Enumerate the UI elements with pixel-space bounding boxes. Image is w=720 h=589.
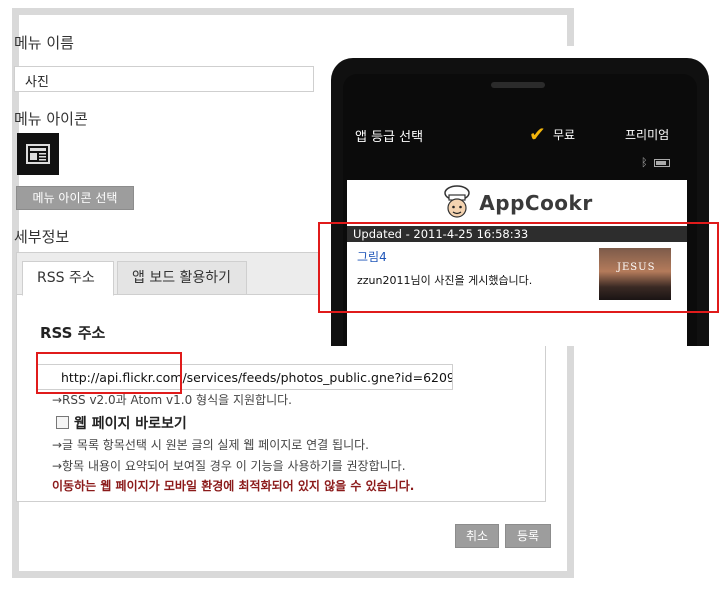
tab-rss-address[interactable]: RSS 주소: [22, 261, 114, 296]
app-logo: AppCookr: [347, 180, 687, 226]
app-grade-title: 앱 등급 선택: [355, 130, 424, 145]
menu-name-label: 메뉴 이름: [14, 34, 74, 52]
menu-icon-label: 메뉴 아이콘: [14, 110, 88, 128]
webview-hint-1: →글 목록 항목선택 시 원본 글의 실제 웹 페이지로 연결 됩니다.: [52, 438, 369, 452]
select-menu-icon-button[interactable]: 메뉴 아이콘 선택: [16, 186, 134, 210]
detail-label: 세부정보: [14, 228, 70, 246]
phone-speaker: [491, 82, 545, 88]
logo-text: AppCookr: [479, 191, 593, 215]
webview-hint-2: →항목 내용이 요약되어 보여질 경우 이 기능을 사용하기를 권장합니다.: [52, 459, 406, 473]
status-bar: ᛒ: [641, 156, 670, 169]
rss-address-title: RSS 주소: [40, 324, 106, 342]
free-option[interactable]: 무료: [553, 126, 575, 143]
mobile-warning-text: 이동하는 웹 페이지가 모바일 환경에 최적화되어 있지 않을 수 있습니다.: [52, 479, 415, 493]
battery-icon: [653, 158, 670, 167]
register-button[interactable]: 등록: [505, 524, 551, 548]
cancel-button[interactable]: 취소: [455, 524, 499, 548]
webview-label: 웹 페이지 바로보기: [74, 416, 187, 432]
premium-option[interactable]: 프리미엄: [625, 126, 669, 143]
post-highlight-box: [318, 222, 719, 313]
chef-mascot-icon: [444, 185, 471, 218]
checkmark-icon: ✔: [529, 122, 546, 146]
bluetooth-icon: ᛒ: [641, 156, 648, 169]
webview-checkbox[interactable]: [56, 416, 69, 429]
newspaper-icon: [17, 133, 59, 175]
tab-app-board[interactable]: 앱 보드 활용하기: [117, 261, 247, 295]
url-highlight-box: [36, 352, 182, 394]
menu-name-input[interactable]: 사진: [14, 66, 314, 92]
